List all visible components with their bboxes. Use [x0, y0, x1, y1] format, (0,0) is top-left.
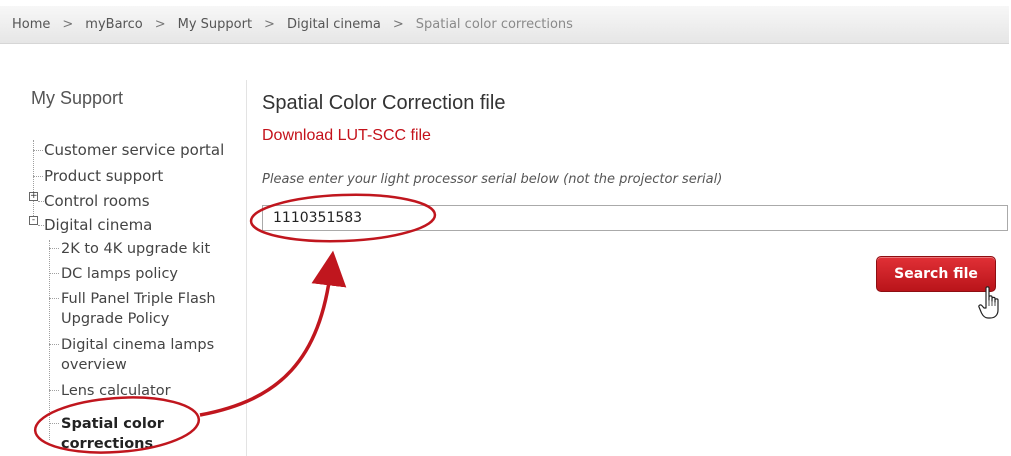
breadcrumb-my-support[interactable]: My Support	[178, 17, 252, 32]
breadcrumb-current: Spatial color corrections	[415, 17, 573, 32]
breadcrumb-mybarco[interactable]: myBarco	[85, 17, 142, 32]
expand-icon[interactable]: +	[29, 192, 38, 201]
breadcrumb-separator: >	[154, 17, 166, 32]
sidebar-item-digital-cinema[interactable]: Digital cinema	[44, 215, 152, 235]
collapse-icon[interactable]: -	[29, 216, 38, 225]
sidebar-item-product-support[interactable]: Product support	[44, 166, 163, 186]
page: Home > myBarco > My Support > Digital ci…	[0, 0, 1011, 456]
sidebar-child-dc-lamps-overview-line2[interactable]: overview	[61, 355, 127, 375]
sidebar-divider	[246, 80, 247, 456]
sidebar-child-dc-lamps-overview-line1[interactable]: Digital cinema lamps	[61, 335, 214, 355]
serial-input[interactable]	[262, 205, 1008, 231]
breadcrumb-digital-cinema[interactable]: Digital cinema	[287, 17, 381, 32]
tree-connector	[49, 423, 59, 424]
sidebar-child-2k-to-4k[interactable]: 2K to 4K upgrade kit	[61, 239, 210, 259]
breadcrumb-separator: >	[392, 17, 404, 32]
tree-connector	[49, 344, 59, 345]
breadcrumb: Home > myBarco > My Support > Digital ci…	[0, 6, 1009, 44]
tree-connector	[49, 273, 59, 274]
tree-connector	[33, 176, 43, 177]
tree-connector	[49, 248, 59, 249]
breadcrumb-home[interactable]: Home	[12, 17, 50, 32]
sidebar-child-spatial-color-line2[interactable]: corrections	[61, 434, 153, 454]
tree-guide	[49, 240, 50, 440]
sidebar-child-lens-calculator[interactable]: Lens calculator	[61, 381, 171, 401]
download-lut-scc-link[interactable]: Download LUT-SCC file	[262, 127, 431, 145]
sidebar-item-control-rooms[interactable]: Control rooms	[44, 191, 150, 211]
tree-connector	[49, 298, 59, 299]
tree-connector	[49, 390, 59, 391]
page-title: Spatial Color Correction file	[262, 92, 506, 114]
sidebar-title: My Support	[31, 88, 124, 108]
sidebar-child-full-panel-line1[interactable]: Full Panel Triple Flash	[61, 289, 216, 309]
tree-guide	[33, 140, 34, 220]
sidebar-child-spatial-color-line1[interactable]: Spatial color	[61, 414, 164, 434]
tree-connector	[33, 150, 43, 151]
sidebar-child-full-panel-line2[interactable]: Upgrade Policy	[61, 309, 169, 329]
sidebar-child-dc-lamps-policy[interactable]: DC lamps policy	[61, 264, 178, 284]
sidebar: My Support Customer service portal Produ…	[26, 80, 246, 456]
serial-hint: Please enter your light processor serial…	[262, 172, 723, 187]
breadcrumb-separator: >	[264, 17, 275, 32]
breadcrumb-separator: >	[62, 17, 74, 32]
sidebar-item-customer-service-portal[interactable]: Customer service portal	[44, 140, 224, 160]
hand-pointer-icon	[978, 286, 999, 319]
